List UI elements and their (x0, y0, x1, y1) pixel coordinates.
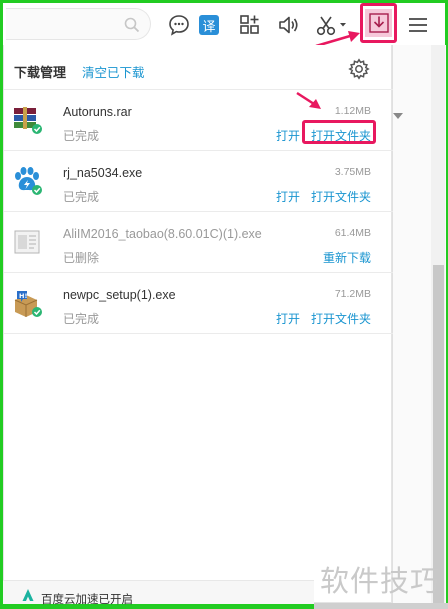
setup-package-icon: H! (14, 291, 42, 317)
bottom-edge (314, 603, 448, 609)
download-item: rj_na5034.exe 已完成 3.75MB 打开 打开文件夹 (4, 150, 393, 212)
scrollbar-thumb[interactable] (433, 265, 444, 603)
clear-downloaded-link[interactable]: 清空已下载 (82, 62, 145, 81)
open-link[interactable]: 打开 (276, 310, 300, 327)
footer-status-text: 百度云加速已开启 (41, 594, 133, 606)
redownload-link[interactable]: 重新下载 (323, 249, 371, 266)
file-size: 61.4MB (334, 227, 371, 239)
file-status: 已完成 (63, 129, 100, 143)
file-name[interactable]: Autoruns.rar (63, 105, 132, 119)
gear-icon[interactable] (348, 58, 370, 80)
translate-icon[interactable]: 译 (196, 12, 222, 38)
file-size: 1.12MB (334, 105, 371, 117)
cloud-accelerate-icon (22, 589, 34, 601)
open-link[interactable]: 打开 (276, 127, 300, 144)
panel-title: 下载管理 (14, 65, 67, 80)
file-name[interactable]: newpc_setup(1).exe (63, 288, 176, 302)
open-folder-link[interactable]: 打开文件夹 (311, 188, 371, 205)
download-panel: 下载管理 清空已下载 Autoruns.rar 已完成 1.12MB 打开 打开… (3, 45, 393, 603)
search-box[interactable] (6, 8, 151, 40)
file-size: 71.2MB (334, 288, 371, 300)
status-footer: 百度云加速已开启 (3, 580, 314, 606)
dropdown-arrow-icon (393, 113, 403, 119)
download-icon[interactable] (365, 9, 392, 37)
file-size: 3.75MB (334, 166, 371, 178)
winrar-icon (14, 107, 42, 134)
generic-file-icon (14, 230, 40, 254)
download-item: AliIM2016_taobao(8.60.01C)(1).exe 已删除 61… (4, 211, 393, 273)
file-name: AliIM2016_taobao(8.60.01C)(1).exe (63, 227, 262, 241)
download-item: Autoruns.rar 已完成 1.12MB 打开 打开文件夹 (4, 89, 393, 151)
paw-app-icon (15, 167, 42, 195)
file-status: 已完成 (63, 190, 100, 204)
open-folder-link[interactable]: 打开文件夹 (311, 310, 371, 327)
svg-text:H!: H! (19, 292, 27, 300)
open-folder-highlight (302, 120, 376, 144)
download-item: H! newpc_setup(1).exe 已完成 71.2MB 打开 打开文件… (4, 272, 393, 334)
speaker-icon[interactable] (277, 12, 303, 38)
panel-header: 下载管理 清空已下载 (4, 45, 393, 90)
file-name[interactable]: rj_na5034.exe (63, 166, 142, 180)
apps-add-icon[interactable] (237, 12, 263, 38)
watermark: 软件技巧 (320, 564, 441, 598)
menu-icon[interactable] (405, 12, 431, 38)
open-link[interactable]: 打开 (276, 188, 300, 205)
chat-icon[interactable] (166, 12, 192, 38)
search-icon[interactable] (124, 17, 140, 33)
file-status: 已删除 (63, 251, 100, 265)
browser-toolbar: 译 (3, 3, 445, 45)
annotation-arrow-row (296, 91, 321, 109)
file-status: 已完成 (63, 312, 100, 326)
translate-label: 译 (199, 15, 219, 35)
